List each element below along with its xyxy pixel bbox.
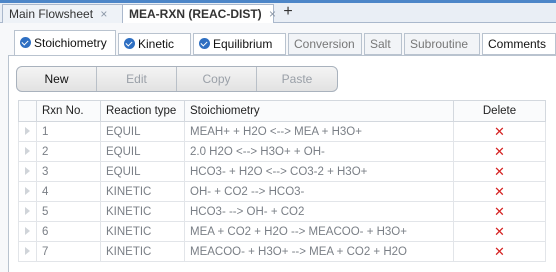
tab-label: Main Flowsheet xyxy=(9,7,94,21)
stoichiometry-cell[interactable]: MEA + CO2 + H2O --> MEACOO- + H3O+ xyxy=(184,221,454,242)
check-circle-icon xyxy=(20,37,31,48)
row-pointer-icon xyxy=(25,166,30,175)
stoichiometry-cell[interactable]: MEACOO- + H3O+ --> MEA + CO2 + H2O xyxy=(184,241,454,262)
row-selector[interactable] xyxy=(18,221,37,242)
row-pointer-icon xyxy=(25,206,30,215)
tab-label: MEA-RXN (REAC-DIST) xyxy=(129,7,262,21)
table-header-row: Rxn No. Reaction type Stoichiometry Dele… xyxy=(18,100,546,122)
tab-label: Conversion xyxy=(294,37,355,51)
delete-cell: ✕ xyxy=(453,181,546,202)
close-icon[interactable]: × xyxy=(269,7,276,21)
tab-label: Kinetic xyxy=(138,37,175,51)
delete-icon[interactable]: ✕ xyxy=(494,225,505,238)
close-icon[interactable]: × xyxy=(100,7,107,21)
delete-cell: ✕ xyxy=(453,141,546,162)
new-tab-button[interactable]: + xyxy=(280,4,296,22)
row-pointer-icon xyxy=(25,126,30,135)
delete-icon[interactable]: ✕ xyxy=(494,165,505,178)
tab-label: Subroutine xyxy=(410,37,469,51)
delete-icon[interactable]: ✕ xyxy=(494,145,505,158)
delete-cell: ✕ xyxy=(453,201,546,222)
delete-icon[interactable]: ✕ xyxy=(494,125,505,138)
edit-button[interactable]: Edit xyxy=(97,67,177,91)
row-selector[interactable] xyxy=(18,141,37,162)
rxn-no-cell[interactable]: 1 xyxy=(36,121,101,142)
tab-conversion[interactable]: Conversion xyxy=(288,33,362,55)
reaction-type-cell[interactable]: KINETIC xyxy=(100,241,185,262)
reactions-table: Rxn No. Reaction type Stoichiometry Dele… xyxy=(18,100,546,262)
tab-label: Comments xyxy=(488,37,547,51)
reaction-toolbar: New Edit Copy Paste xyxy=(16,66,338,92)
stoichiometry-cell[interactable]: OH- + CO2 --> HCO3- xyxy=(184,181,454,202)
tab-label: Salt xyxy=(370,37,391,51)
rxn-no-cell[interactable]: 4 xyxy=(36,181,101,202)
rxn-no-cell[interactable]: 6 xyxy=(36,221,101,242)
row-selector[interactable] xyxy=(18,201,37,222)
delete-icon[interactable]: ✕ xyxy=(494,205,505,218)
row-selector-header xyxy=(18,100,37,122)
row-pointer-icon xyxy=(25,146,30,155)
row-selector[interactable] xyxy=(18,121,37,142)
rxn-no-cell[interactable]: 7 xyxy=(36,241,101,262)
new-button[interactable]: New xyxy=(17,67,97,91)
tab-subroutine[interactable]: Subroutine xyxy=(404,33,480,55)
delete-cell: ✕ xyxy=(453,241,546,262)
row-pointer-icon xyxy=(25,186,30,195)
table-row[interactable]: 3 EQUIL HCO3- + H2O <--> CO3-2 + H3O+ ✕ xyxy=(18,161,546,182)
tab-label: Stoichiometry xyxy=(34,36,107,50)
tab-comments[interactable]: Comments xyxy=(482,33,556,55)
table-row[interactable]: 5 KINETIC HCO3- --> OH- + CO2 ✕ xyxy=(18,201,546,222)
delete-cell: ✕ xyxy=(453,121,546,142)
tab-salt[interactable]: Salt xyxy=(364,33,402,55)
tab-mea-rxn[interactable]: MEA-RXN (REAC-DIST) × xyxy=(122,4,276,24)
row-pointer-icon xyxy=(25,246,30,255)
row-pointer-icon xyxy=(25,226,30,235)
column-header-reaction-type[interactable]: Reaction type xyxy=(100,100,185,122)
reaction-type-cell[interactable]: KINETIC xyxy=(100,201,185,222)
row-selector[interactable] xyxy=(18,161,37,182)
table-row[interactable]: 4 KINETIC OH- + CO2 --> HCO3- ✕ xyxy=(18,181,546,202)
delete-cell: ✕ xyxy=(453,221,546,242)
row-selector[interactable] xyxy=(18,241,37,262)
table-row[interactable]: 2 EQUIL 2.0 H2O <--> H3O+ + OH- ✕ xyxy=(18,141,546,162)
delete-icon[interactable]: ✕ xyxy=(494,245,505,258)
table-row[interactable]: 6 KINETIC MEA + CO2 + H2O --> MEACOO- + … xyxy=(18,221,546,242)
paste-button[interactable]: Paste xyxy=(257,67,337,91)
check-circle-icon xyxy=(199,38,210,49)
reaction-type-cell[interactable]: KINETIC xyxy=(100,181,185,202)
tab-main-flowsheet[interactable]: Main Flowsheet × xyxy=(2,4,123,23)
tab-label: Equilibrium xyxy=(213,37,273,51)
tab-equilibrium[interactable]: Equilibrium xyxy=(193,33,286,55)
check-circle-icon xyxy=(124,38,135,49)
column-header-delete[interactable]: Delete xyxy=(453,100,546,122)
stoichiometry-cell[interactable]: 2.0 H2O <--> H3O+ + OH- xyxy=(184,141,454,162)
row-selector[interactable] xyxy=(18,181,37,202)
delete-cell: ✕ xyxy=(453,161,546,182)
document-tab-strip: Main Flowsheet × MEA-RXN (REAC-DIST) × + xyxy=(0,0,556,24)
reaction-type-cell[interactable]: KINETIC xyxy=(100,221,185,242)
reaction-type-cell[interactable]: EQUIL xyxy=(100,141,185,162)
column-header-stoichiometry[interactable]: Stoichiometry xyxy=(184,100,454,122)
stoichiometry-cell[interactable]: HCO3- + H2O <--> CO3-2 + H3O+ xyxy=(184,161,454,182)
app-window: Main Flowsheet × MEA-RXN (REAC-DIST) × +… xyxy=(0,0,556,272)
rxn-no-cell[interactable]: 3 xyxy=(36,161,101,182)
reaction-type-cell[interactable]: EQUIL xyxy=(100,121,185,142)
table-row[interactable]: 7 KINETIC MEACOO- + H3O+ --> MEA + CO2 +… xyxy=(18,241,546,262)
delete-icon[interactable]: ✕ xyxy=(494,185,505,198)
stoichiometry-cell[interactable]: MEAH+ + H2O <--> MEA + H3O+ xyxy=(184,121,454,142)
rxn-no-cell[interactable]: 2 xyxy=(36,141,101,162)
tab-kinetic[interactable]: Kinetic xyxy=(118,33,191,55)
reaction-type-cell[interactable]: EQUIL xyxy=(100,161,185,182)
tab-stoichiometry[interactable]: Stoichiometry xyxy=(14,30,116,56)
column-header-rxn-no[interactable]: Rxn No. xyxy=(36,100,101,122)
stoichiometry-cell[interactable]: HCO3- --> OH- + CO2 xyxy=(184,201,454,222)
rxn-no-cell[interactable]: 5 xyxy=(36,201,101,222)
copy-button[interactable]: Copy xyxy=(177,67,257,91)
table-row[interactable]: 1 EQUIL MEAH+ + H2O <--> MEA + H3O+ ✕ xyxy=(18,121,546,142)
